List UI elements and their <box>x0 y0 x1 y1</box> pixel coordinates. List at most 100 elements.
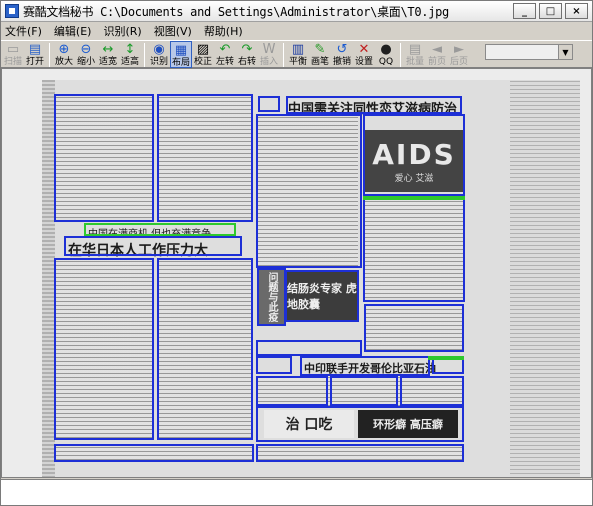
next-page-button[interactable]: ► 后页 <box>448 41 470 68</box>
insert-button[interactable]: W 插入 <box>258 41 280 68</box>
app-icon <box>5 4 19 18</box>
selected-region[interactable] <box>363 196 465 200</box>
batch-label: 批量 <box>405 57 424 67</box>
menu-help[interactable]: 帮助(H) <box>204 23 243 39</box>
fit-width-label: 适宽 <box>98 57 117 67</box>
layout-region[interactable] <box>364 304 464 352</box>
insert-label: 插入 <box>259 57 278 67</box>
recognize-label: 识别 <box>149 57 168 67</box>
prev-page-button[interactable]: ◄ 前页 <box>426 41 448 68</box>
rotate-left-button[interactable]: ↶ 左转 <box>214 41 236 68</box>
menu-view[interactable]: 视图(V) <box>154 23 192 39</box>
layout-region[interactable] <box>256 376 328 406</box>
deskew-button[interactable]: ▨ 校正 <box>192 41 214 68</box>
zoom-in-label: 放大 <box>54 57 73 67</box>
zoom-out-button[interactable]: ⊖ 缩小 <box>75 41 97 68</box>
qq-label: QQ <box>378 57 394 67</box>
window-title: 赛酷文档秘书 C:\Documents and Settings\Adminis… <box>23 4 449 19</box>
maximize-button[interactable]: □ <box>539 3 562 19</box>
layout-region[interactable] <box>286 96 462 114</box>
layout-region[interactable] <box>54 94 154 222</box>
pen-button[interactable]: ✎ 画笔 <box>309 41 331 68</box>
page-select[interactable]: ▼ <box>485 44 573 60</box>
menu-edit[interactable]: 编辑(E) <box>54 23 92 39</box>
batch-icon: ▤ <box>408 42 422 57</box>
settings-button[interactable]: ✕ 设置 <box>353 41 375 68</box>
settings-icon: ✕ <box>358 42 370 57</box>
close-button[interactable]: × <box>565 3 588 19</box>
scanner-icon: ▭ <box>6 42 20 57</box>
scan-label: 扫描 <box>3 57 22 67</box>
layout-region[interactable] <box>54 258 154 440</box>
deskew-label: 校正 <box>193 57 212 67</box>
prev-page-icon: ◄ <box>432 42 442 57</box>
layout-region[interactable] <box>363 198 465 302</box>
balance-label: 平衡 <box>288 57 307 67</box>
qq-button[interactable]: ● QQ <box>375 41 397 68</box>
result-text-area[interactable] <box>1 479 592 505</box>
layout-region[interactable] <box>258 96 280 112</box>
scan-button[interactable]: ▭ 扫描 <box>2 41 24 68</box>
layout-region[interactable] <box>157 94 253 222</box>
menu-bar: 文件(F) 编辑(E) 识别(R) 视图(V) 帮助(H) <box>1 22 592 40</box>
rotate-left-label: 左转 <box>215 57 234 67</box>
balance-icon: ▥ <box>291 42 305 57</box>
next-page-label: 后页 <box>449 57 468 67</box>
zoom-in-button[interactable]: ⊕ 放大 <box>53 41 75 68</box>
qq-icon: ● <box>380 42 392 57</box>
menu-recognize[interactable]: 识别(R) <box>103 23 141 39</box>
layout-region[interactable] <box>256 340 362 356</box>
title-bar: 赛酷文档秘书 C:\Documents and Settings\Adminis… <box>1 1 592 22</box>
layout-region[interactable] <box>157 258 253 440</box>
undo-icon: ↺ <box>336 42 348 57</box>
pen-icon: ✎ <box>314 42 326 57</box>
open-button[interactable]: ▤ 打开 <box>24 41 46 68</box>
rotate-right-label: 右转 <box>237 57 256 67</box>
insert-icon: W <box>262 42 276 57</box>
zoom-out-icon: ⊖ <box>80 42 92 57</box>
fit-width-icon: ↔ <box>102 42 114 57</box>
fit-height-button[interactable]: ↕ 适高 <box>119 41 141 68</box>
fit-width-button[interactable]: ↔ 适宽 <box>97 41 119 68</box>
layout-region[interactable] <box>256 444 464 462</box>
image-view[interactable]: 中国需关注同性恋艾滋病防治 在华日本人工作压力大 中国在满商机 但也充满竞争 中… <box>1 68 592 478</box>
layout-region[interactable] <box>257 268 286 326</box>
selected-region[interactable] <box>428 356 464 360</box>
layout-region[interactable] <box>300 356 430 376</box>
undo-button[interactable]: ↺ 撤销 <box>331 41 353 68</box>
batch-button[interactable]: ▤ 批量 <box>404 41 426 68</box>
settings-label: 设置 <box>354 57 373 67</box>
prev-page-label: 前页 <box>427 57 446 67</box>
minimize-button[interactable]: _ <box>513 3 536 19</box>
layout-region[interactable] <box>256 356 292 374</box>
toolbar-separator <box>400 43 401 67</box>
undo-label: 撤销 <box>332 57 351 67</box>
layout-label: 布局 <box>171 58 190 68</box>
rotate-left-icon: ↶ <box>219 42 231 57</box>
layout-region[interactable] <box>285 270 359 322</box>
layout-region[interactable] <box>256 114 362 268</box>
recognize-icon: ◉ <box>153 42 165 57</box>
layout-icon: ▦ <box>174 43 188 58</box>
layout-button[interactable]: ▦ 布局 <box>170 41 192 68</box>
zoom-out-label: 缩小 <box>76 57 95 67</box>
rotate-right-button[interactable]: ↷ 右转 <box>236 41 258 68</box>
menu-file[interactable]: 文件(F) <box>5 23 42 39</box>
layout-region[interactable] <box>54 444 254 462</box>
chevron-down-icon[interactable]: ▼ <box>558 45 572 59</box>
balance-button[interactable]: ▥ 平衡 <box>287 41 309 68</box>
pen-label: 画笔 <box>310 57 329 67</box>
layout-region[interactable] <box>64 236 242 256</box>
layout-region[interactable] <box>400 376 464 406</box>
window-controls: _ □ × <box>513 3 588 19</box>
app-window: 赛酷文档秘书 C:\Documents and Settings\Adminis… <box>0 0 593 506</box>
deskew-icon: ▨ <box>196 42 210 57</box>
layout-region[interactable] <box>256 406 464 442</box>
adjacent-page-text <box>510 80 580 477</box>
layout-region[interactable] <box>330 376 398 406</box>
layout-region[interactable] <box>363 114 465 196</box>
fit-height-icon: ↕ <box>124 42 136 57</box>
selected-region[interactable] <box>84 223 236 236</box>
recognize-button[interactable]: ◉ 识别 <box>148 41 170 68</box>
toolbar-separator <box>144 43 145 67</box>
